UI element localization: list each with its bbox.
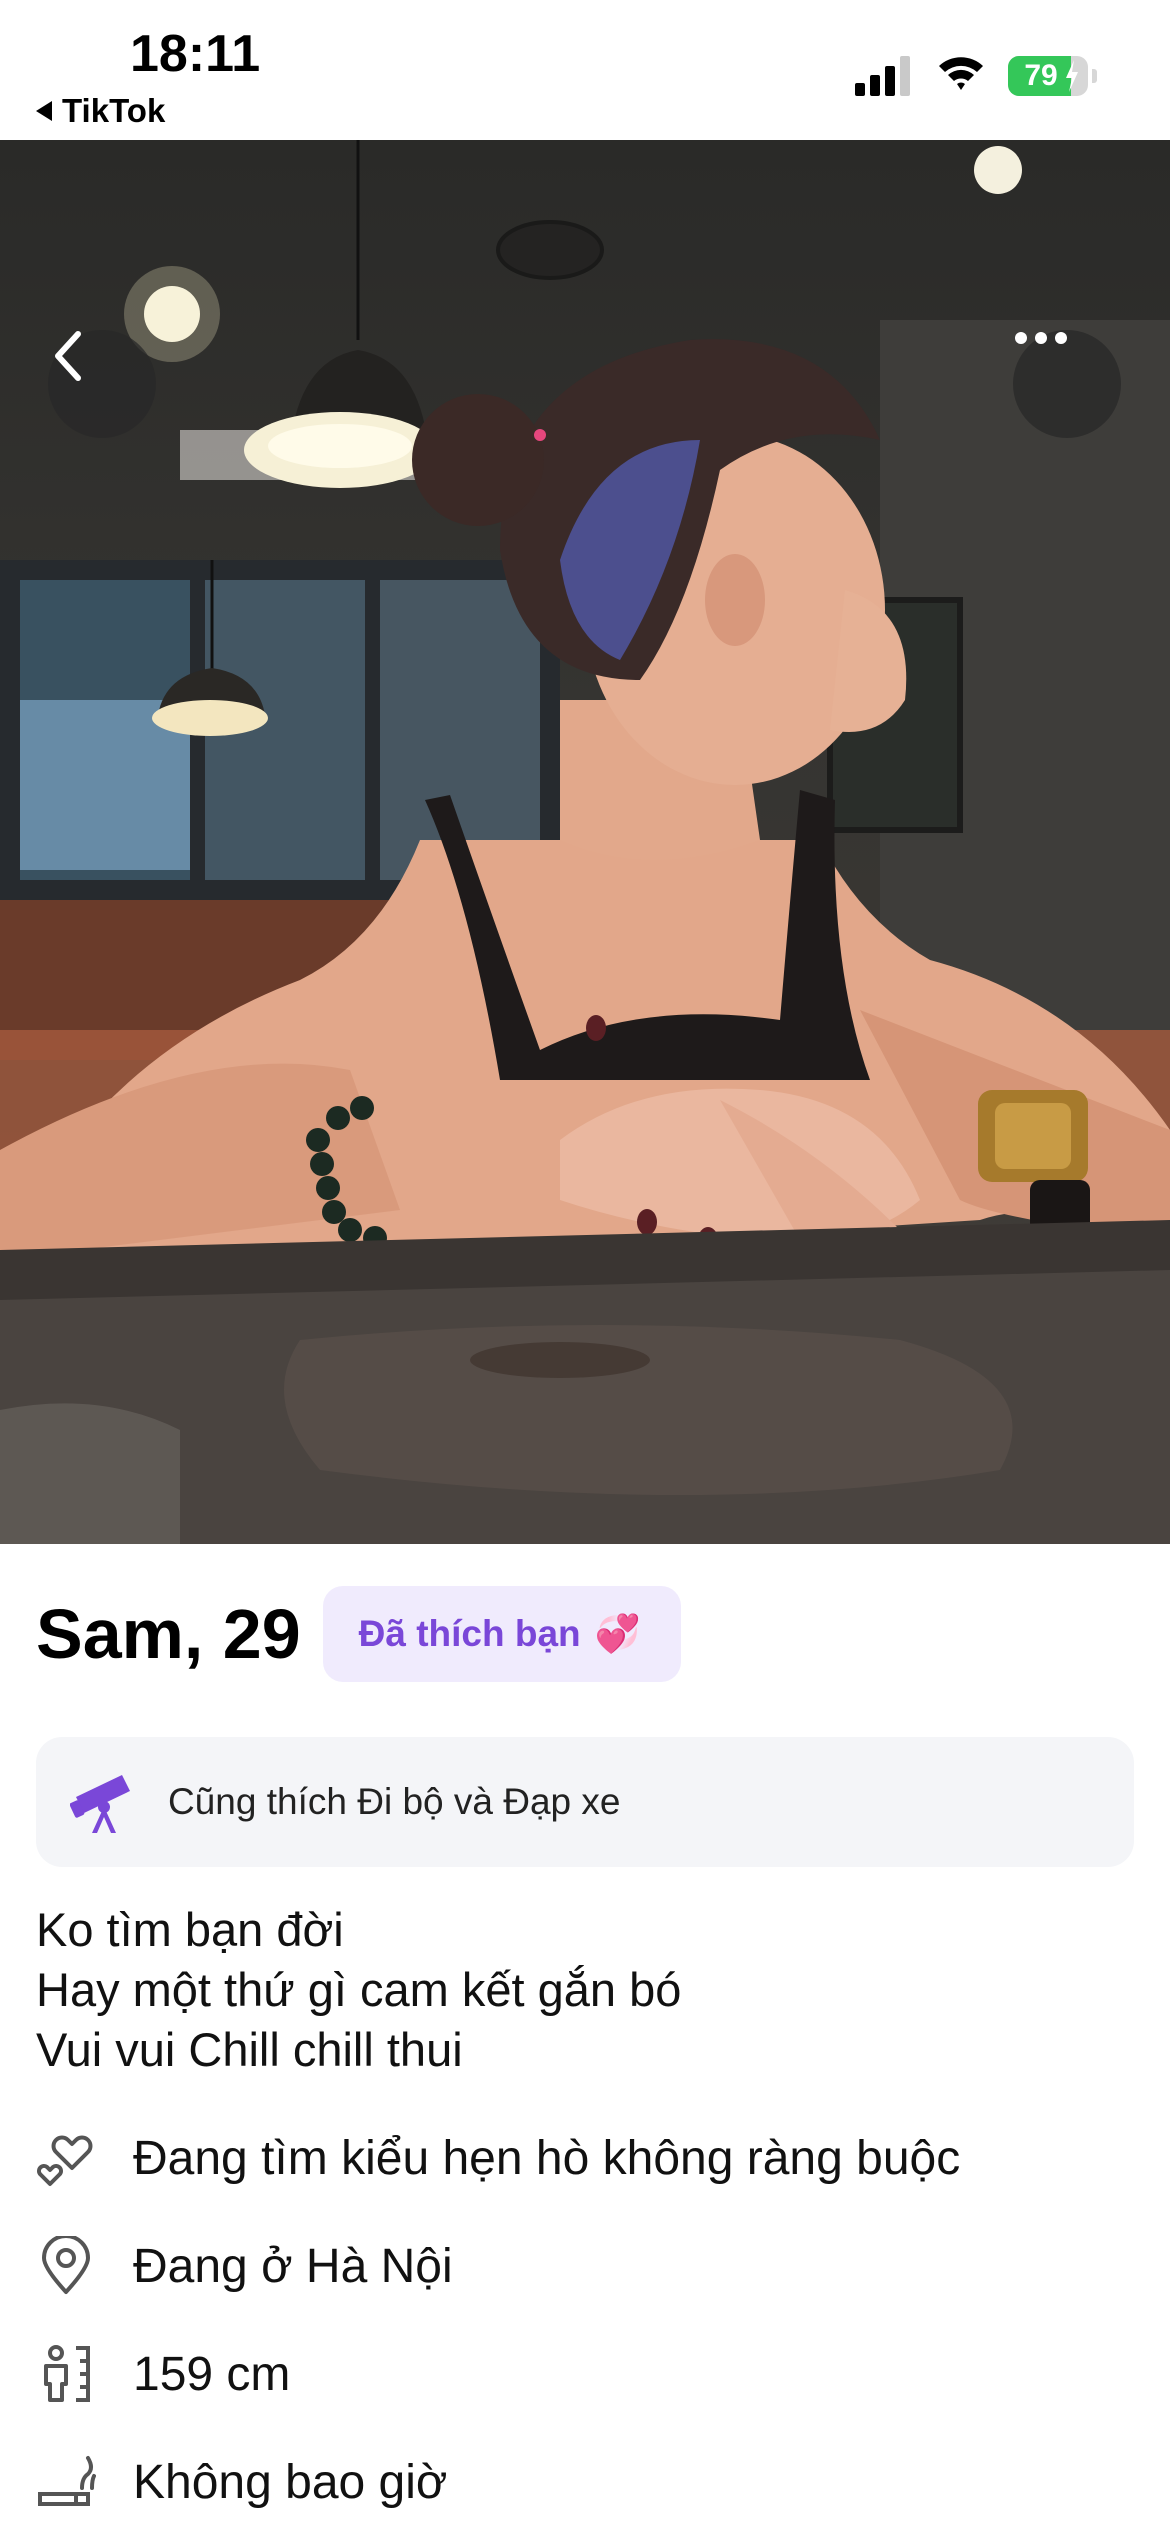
cellular-signal-icon <box>855 56 910 96</box>
detail-text: Không bao giờ <box>133 2455 448 2509</box>
wifi-icon <box>939 57 983 90</box>
more-options-button[interactable] <box>1013 330 1121 438</box>
bio-line: Ko tìm bạn đời <box>36 1903 344 1956</box>
chevron-left-icon <box>55 331 81 381</box>
profile-bio: Ko tìm bạn đời Hay một thứ gì cam kết gắ… <box>36 1900 681 2080</box>
detail-text: 159 cm <box>133 2347 291 2401</box>
height-icon <box>44 2345 90 2402</box>
photo-illustration <box>0 140 1170 1544</box>
back-triangle-icon <box>36 101 52 121</box>
bio-line: Vui vui Chill chill thui <box>36 2023 463 2076</box>
charging-bolt-icon <box>1066 60 1078 92</box>
detail-row-location: Đang ở Hà Nội <box>36 2236 453 2296</box>
detail-row-height: 159 cm <box>36 2344 290 2404</box>
shared-interest-card: Cũng thích Đi bộ và Đạp xe <box>36 1737 1134 1867</box>
detail-row-relationship: Đang tìm kiểu hẹn hò không ràng buộc <box>36 2128 960 2188</box>
liked-you-badge: Đã thích bạn 💞 <box>322 1586 681 1682</box>
profile-photo[interactable] <box>0 140 1170 1544</box>
profile-name-age: Sam, 29 <box>36 1595 301 1673</box>
back-app-label: TikTok <box>62 92 166 129</box>
hearts-icon <box>37 2135 93 2186</box>
detail-text: Đang tìm kiểu hẹn hò không ràng buộc <box>133 2131 961 2185</box>
shared-interest-text: Cũng thích Đi bộ và Đạp xe <box>168 1781 621 1822</box>
detail-text: Đang ở Hà Nội <box>133 2239 453 2293</box>
back-to-app-button[interactable]: TikTok <box>36 92 165 130</box>
more-horizontal-icon <box>1015 332 1067 344</box>
status-bar: 18:11 TikTok 79 <box>0 0 1170 140</box>
profile-header: Sam, 29 Đã thích bạn 💞 <box>36 1586 681 1682</box>
bio-line: Hay một thứ gì cam kết gắn bó <box>36 1963 682 2016</box>
telescope-icon <box>70 1775 130 1833</box>
smoking-icon <box>38 2456 96 2506</box>
location-pin-icon <box>42 2236 90 2294</box>
liked-you-label: Đã thích bạn <box>358 1613 581 1654</box>
battery-indicator: 79 <box>1008 56 1097 96</box>
back-button[interactable] <box>48 330 156 438</box>
status-time: 18:11 <box>130 25 261 83</box>
two-hearts-icon: 💞 <box>594 1612 641 1654</box>
detail-row-smoking: Không bao giờ <box>36 2452 447 2512</box>
